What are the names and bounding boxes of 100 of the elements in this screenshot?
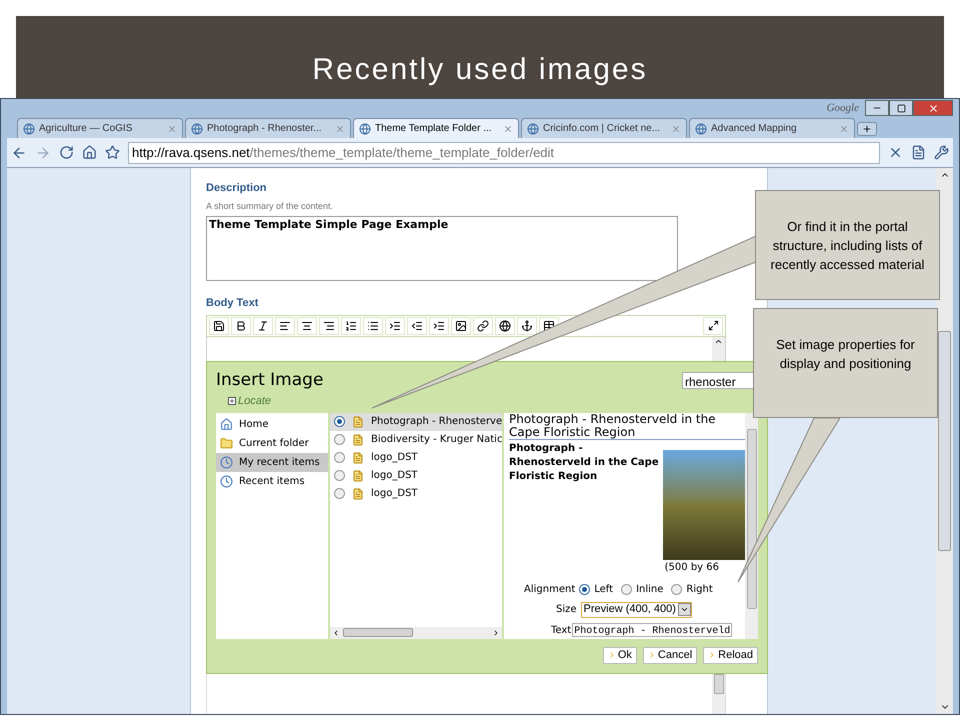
scroll-right-icon	[492, 628, 500, 636]
italic-icon	[257, 320, 269, 332]
scrollbar[interactable]	[712, 674, 725, 714]
radio-button[interactable]	[579, 584, 590, 594]
align-center-icon	[301, 320, 313, 332]
settings-icon[interactable]	[934, 145, 949, 160]
browser-tab[interactable]: Cricinfo.com | Cricket ne...	[521, 118, 687, 138]
radio-label: Inline	[636, 582, 664, 596]
scrollbar[interactable]	[712, 336, 725, 360]
nav-item[interactable]: Recent items	[216, 472, 328, 490]
anchor-icon	[521, 320, 533, 332]
toolbar-button[interactable]	[341, 316, 361, 334]
globe-icon	[695, 122, 707, 134]
close-button[interactable]	[913, 100, 953, 116]
dialog-button[interactable]: Cancel	[642, 646, 698, 664]
brand-label: Google	[826, 100, 859, 116]
toolbar-button[interactable]	[297, 316, 317, 334]
radio-button[interactable]	[334, 452, 345, 463]
field-label: Alignment	[524, 582, 576, 596]
maximize-button[interactable]	[889, 100, 913, 116]
image-item[interactable]: Biodiversity - Kruger Natic	[330, 430, 502, 448]
stop-icon[interactable]	[888, 145, 903, 160]
browser-tab[interactable]: Agriculture — CoGIS	[17, 118, 183, 138]
align-right-icon	[323, 320, 335, 332]
indent-icon	[433, 320, 445, 332]
reload-icon[interactable]	[59, 145, 74, 160]
toolbar-button[interactable]	[231, 316, 251, 334]
vertical-scrollbar[interactable]	[745, 412, 758, 638]
maximize-icon	[896, 104, 906, 112]
clock-icon	[220, 456, 233, 468]
toolbar-button[interactable]	[517, 316, 537, 334]
toolbar-button[interactable]	[473, 316, 493, 334]
scroll-left-icon	[332, 628, 340, 636]
toolbar-button[interactable]	[703, 316, 723, 334]
radio-button[interactable]	[334, 470, 345, 481]
field-label: Size	[556, 603, 577, 617]
image-item[interactable]: logo_DST	[330, 484, 502, 502]
minimize-button[interactable]	[865, 100, 889, 116]
toolbar-button[interactable]	[253, 316, 273, 334]
help-text: A short summary of the content.	[206, 200, 334, 213]
toolbar-button[interactable]	[451, 316, 471, 334]
dialog-button[interactable]: Ok	[602, 646, 637, 664]
align-left-icon	[279, 320, 291, 332]
home-icon[interactable]	[82, 145, 97, 160]
image-item[interactable]: logo_DST	[330, 448, 502, 466]
new-tab-button[interactable]	[857, 122, 877, 136]
browser-tab[interactable]: Theme Template Folder ...	[353, 118, 519, 138]
radio-button[interactable]	[621, 584, 632, 594]
toolbar-button[interactable]	[363, 316, 383, 334]
description-field[interactable]: Theme Template Simple Page Example	[206, 216, 678, 281]
link-icon	[477, 320, 489, 332]
file-icon	[352, 452, 364, 464]
back-icon[interactable]	[11, 144, 27, 160]
toolbar-button[interactable]	[429, 316, 449, 334]
nav-item[interactable]: Current folder	[216, 434, 328, 452]
image-item[interactable]: Photograph - Rhenosterve	[330, 412, 502, 430]
bold-icon	[235, 320, 247, 332]
toolbar-button[interactable]	[275, 316, 295, 334]
callout-box: Set image properties for display and positioning	[753, 308, 938, 418]
toolbar-button[interactable]	[319, 316, 339, 334]
browser-tab[interactable]: Photograph - Rhenoster...	[185, 118, 351, 138]
radio-button[interactable]	[671, 584, 682, 594]
image-dimensions: (500 by 66	[664, 560, 719, 574]
radio-button[interactable]	[334, 434, 345, 445]
size-dropdown[interactable]: Preview (400, 400)	[580, 602, 692, 618]
field-label: Description	[206, 181, 268, 196]
toolbar-button[interactable]	[495, 316, 515, 334]
close-icon[interactable]	[503, 124, 513, 134]
expand-icon[interactable]	[228, 397, 236, 406]
nav-item[interactable]: My recent items	[216, 452, 328, 472]
page-menu-icon[interactable]	[911, 145, 926, 160]
locate-toggle[interactable]: Locate	[238, 393, 272, 410]
file-icon	[352, 488, 364, 500]
star-icon[interactable]	[105, 145, 120, 160]
preview-title: Photograph - Rhenosterveld in the Cape Floristic Region	[509, 412, 745, 440]
caret-icon	[680, 605, 689, 614]
toolbar-button[interactable]	[407, 316, 427, 334]
numbered-list-icon	[345, 320, 357, 332]
toolbar-button[interactable]	[209, 316, 229, 334]
address-bar[interactable]: http://rava.qsens.net/themes/theme_template/theme_template_folder/edit	[128, 142, 880, 164]
nav-item[interactable]: Home	[216, 414, 328, 434]
radio-button[interactable]	[334, 416, 345, 427]
text-field[interactable]: Photograph - Rhenosterveld	[572, 623, 732, 637]
toolbar-button[interactable]	[385, 316, 405, 334]
globe-icon	[23, 122, 35, 134]
radio-button[interactable]	[334, 488, 345, 499]
page-scrollbar[interactable]	[936, 168, 953, 714]
callout-box: Or find it in the portal structure, including lists of recently accessed material	[755, 190, 940, 300]
horizontal-scrollbar[interactable]	[330, 626, 502, 638]
image-item[interactable]: logo_DST	[330, 466, 502, 484]
file-icon	[352, 470, 364, 482]
globe-icon	[191, 122, 203, 134]
browser-tab[interactable]: Advanced Mapping	[689, 118, 855, 138]
search-field[interactable]: rhenoster	[682, 372, 756, 388]
globe-icon	[499, 320, 511, 332]
radio-label: Left	[594, 582, 614, 596]
dialog-button[interactable]: Reload	[703, 646, 758, 664]
image-icon	[455, 320, 467, 332]
dialog-title: Insert Image	[216, 368, 324, 392]
file-icon	[352, 416, 364, 428]
